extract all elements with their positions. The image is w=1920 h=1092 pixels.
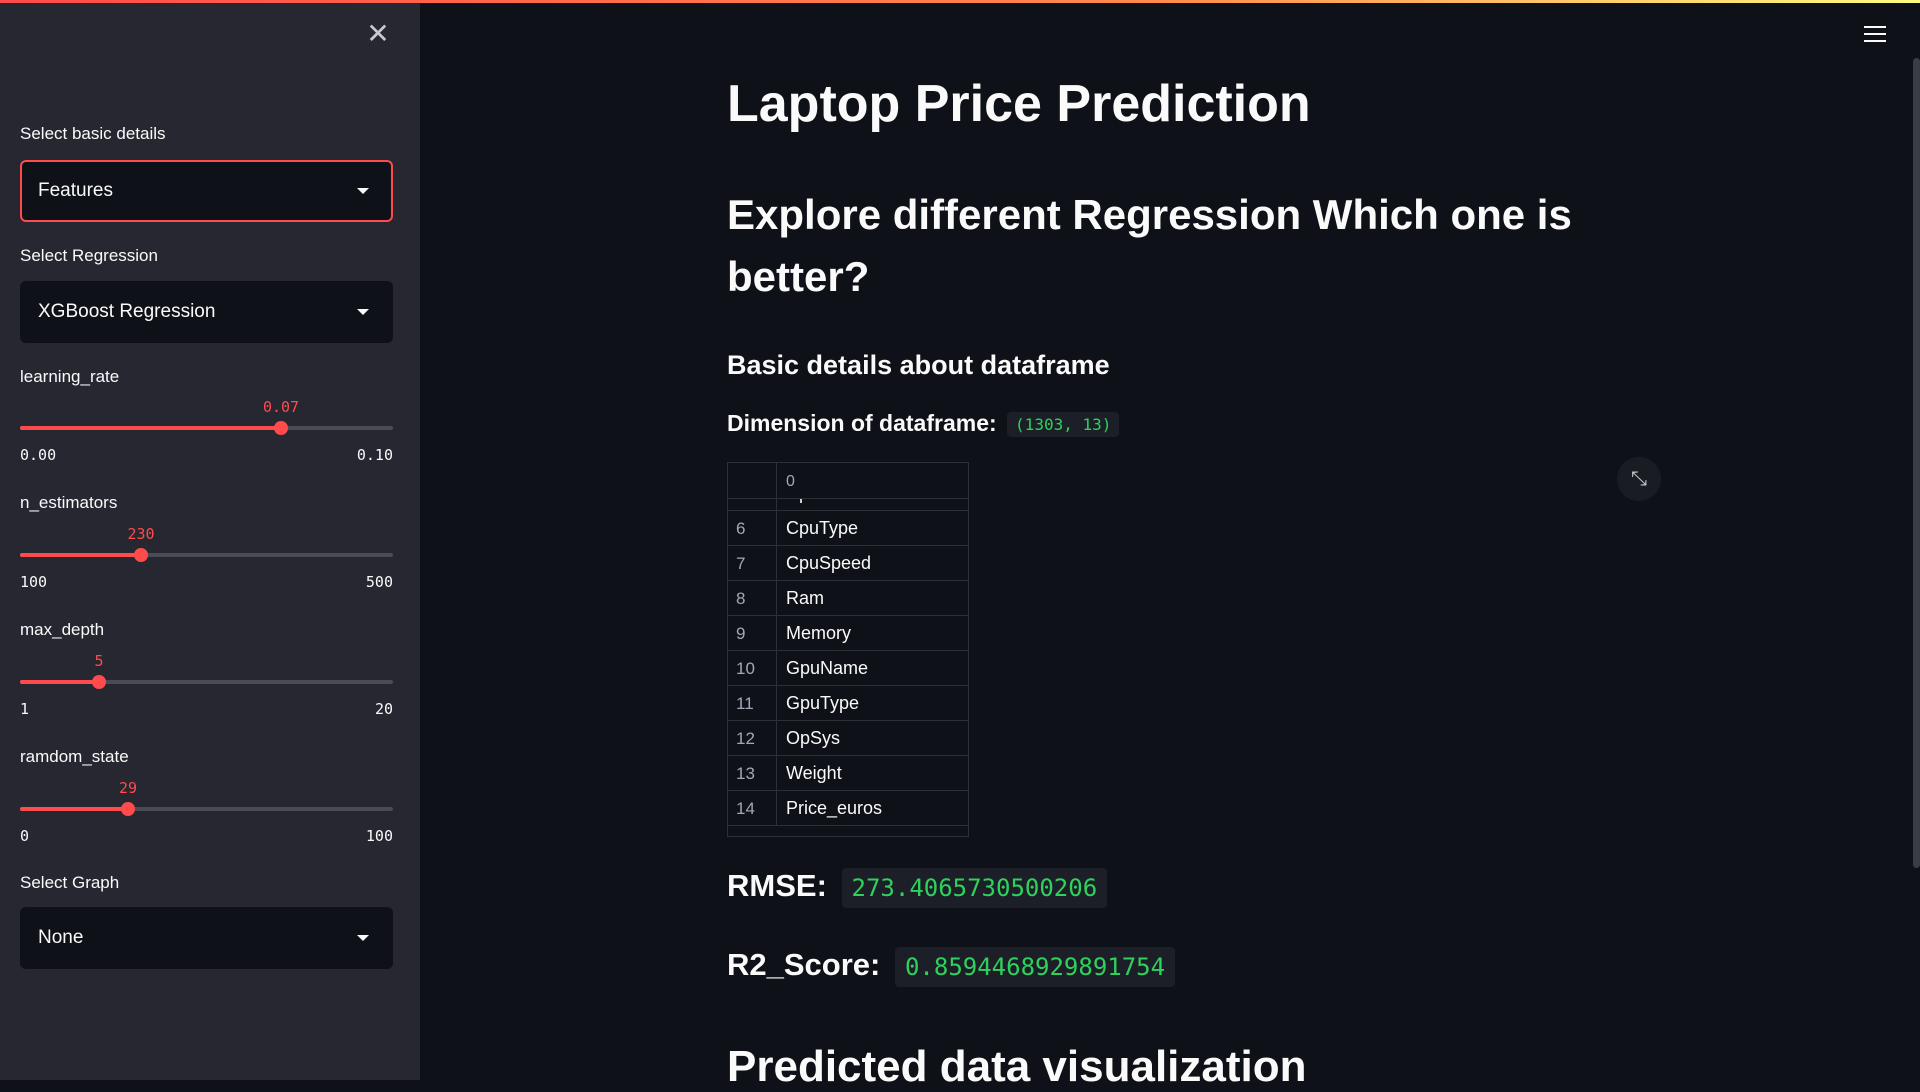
r2-value: 0.8594468929891754	[894, 947, 1176, 987]
row-value: Ram	[786, 588, 825, 608]
row-value: Price_euros	[786, 798, 883, 818]
slider-max: 100	[365, 827, 393, 845]
slider-fill	[20, 426, 281, 430]
row-value: OpSys	[786, 728, 841, 748]
slider-fill	[20, 680, 99, 684]
row-index: 10	[728, 651, 777, 686]
basic-details-label: Select basic details	[20, 124, 166, 143]
slider-min: 0	[20, 827, 30, 845]
slider-current-value: 230	[127, 525, 155, 543]
dataframe-table[interactable]: 0 5CpuVenderName6CpuType7CpuSpeed8Ram9Me…	[727, 462, 969, 837]
r2-row: R2_Score: 0.8594468929891754	[727, 947, 1176, 987]
regression-selected: XGBoost Regression	[38, 301, 216, 322]
chevron-down-icon	[357, 188, 369, 194]
row-value: CpuType	[786, 518, 859, 538]
row-index: 12	[728, 721, 777, 756]
sidebar: ✕ Select basic details Features Select R…	[0, 0, 420, 1080]
slider-max: 0.10	[356, 446, 393, 464]
slider-track[interactable]	[20, 680, 393, 684]
learning-rate-slider[interactable]: 0.07 0.00 0.10	[20, 398, 393, 464]
row-index: 11	[728, 686, 777, 721]
dimension-label: Dimension of dataframe:	[727, 410, 997, 436]
slider-thumb[interactable]	[274, 421, 288, 435]
row-value: Memory	[786, 623, 852, 643]
slider-min: 0.00	[20, 446, 57, 464]
scrollbar[interactable]	[1913, 58, 1920, 868]
slider-current-value: 0.07	[262, 398, 300, 416]
slider-label: n_estimators	[20, 493, 118, 512]
graph-select[interactable]: None	[20, 907, 393, 969]
slider-thumb[interactable]	[121, 802, 135, 816]
row-value: GpuName	[786, 658, 869, 678]
slider-track[interactable]	[20, 426, 393, 430]
rmse-value: 273.4065730500206	[841, 868, 1108, 908]
regression-select[interactable]: XGBoost Regression	[20, 281, 393, 343]
table-body: 5CpuVenderName6CpuType7CpuSpeed8Ram9Memo…	[728, 476, 968, 826]
expand-icon[interactable]: ⤡	[1617, 457, 1661, 501]
row-value: Weight	[786, 763, 842, 783]
dimension-value: (1303, 13)	[1007, 412, 1120, 438]
visualization-heading: Predicted data visualization	[727, 1042, 1307, 1091]
table-row: 14 Price_euros	[728, 791, 968, 826]
basic-details-selected: Features	[38, 180, 113, 201]
random-state-slider[interactable]: 29 0 100	[20, 779, 393, 845]
r2-label: R2_Score:	[727, 947, 881, 983]
table-row: 10 GpuName	[728, 651, 968, 686]
table-row: 8 Ram	[728, 581, 968, 616]
top-decoration-bar	[0, 0, 1920, 3]
graph-label: Select Graph	[20, 873, 120, 892]
slider-track[interactable]	[20, 807, 393, 811]
slider-current-value: 29	[118, 779, 138, 797]
table-row: 13 Weight	[728, 756, 968, 791]
slider-fill	[20, 553, 141, 557]
slider-track[interactable]	[20, 553, 393, 557]
index-header	[728, 463, 777, 499]
page-subtitle: Explore different Regression Which one i…	[727, 191, 1572, 300]
page-title: Laptop Price Prediction	[727, 75, 1311, 133]
table-row: 6 CpuType	[728, 511, 968, 546]
rmse-row: RMSE: 273.4065730500206	[727, 868, 1108, 908]
rmse-label: RMSE:	[727, 868, 827, 904]
slider-label: learning_rate	[20, 367, 120, 386]
table-header: 0	[728, 463, 968, 499]
row-index: 6	[728, 511, 777, 546]
slider-max: 500	[365, 573, 393, 591]
slider-thumb[interactable]	[134, 548, 148, 562]
slider-min: 1	[20, 700, 30, 718]
row-index: 13	[728, 756, 777, 791]
row-index: 7	[728, 546, 777, 581]
slider-fill	[20, 807, 128, 811]
row-value: GpuType	[786, 693, 860, 713]
dimension-row: Dimension of dataframe: (1303, 13)	[727, 410, 1120, 438]
table-row: 7 CpuSpeed	[728, 546, 968, 581]
slider-thumb[interactable]	[92, 675, 106, 689]
slider-label: max_depth	[20, 620, 105, 639]
row-value: CpuSpeed	[786, 553, 872, 573]
graph-selected: None	[38, 927, 84, 948]
slider-min: 100	[20, 573, 48, 591]
row-index: 8	[728, 581, 777, 616]
chevron-down-icon	[357, 935, 369, 941]
table-row: 12 OpSys	[728, 721, 968, 756]
row-index: 14	[728, 791, 777, 826]
row-index: 9	[728, 616, 777, 651]
basic-details-select[interactable]: Features	[20, 160, 393, 222]
close-icon[interactable]: ✕	[364, 20, 392, 48]
column-header: 0	[786, 473, 795, 490]
slider-current-value: 5	[94, 652, 104, 670]
table-row: 11 GpuType	[728, 686, 968, 721]
section-heading: Basic details about dataframe	[727, 350, 1110, 380]
slider-label: ramdom_state	[20, 747, 129, 766]
slider-max: 20	[374, 700, 393, 718]
table-row: 9 Memory	[728, 616, 968, 651]
hamburger-menu-icon[interactable]	[1864, 26, 1886, 44]
max-depth-slider[interactable]: 5 1 20	[20, 652, 393, 718]
chevron-down-icon	[357, 309, 369, 315]
n-estimators-slider[interactable]: 230 100 500	[20, 525, 393, 591]
regression-label: Select Regression	[20, 246, 158, 265]
